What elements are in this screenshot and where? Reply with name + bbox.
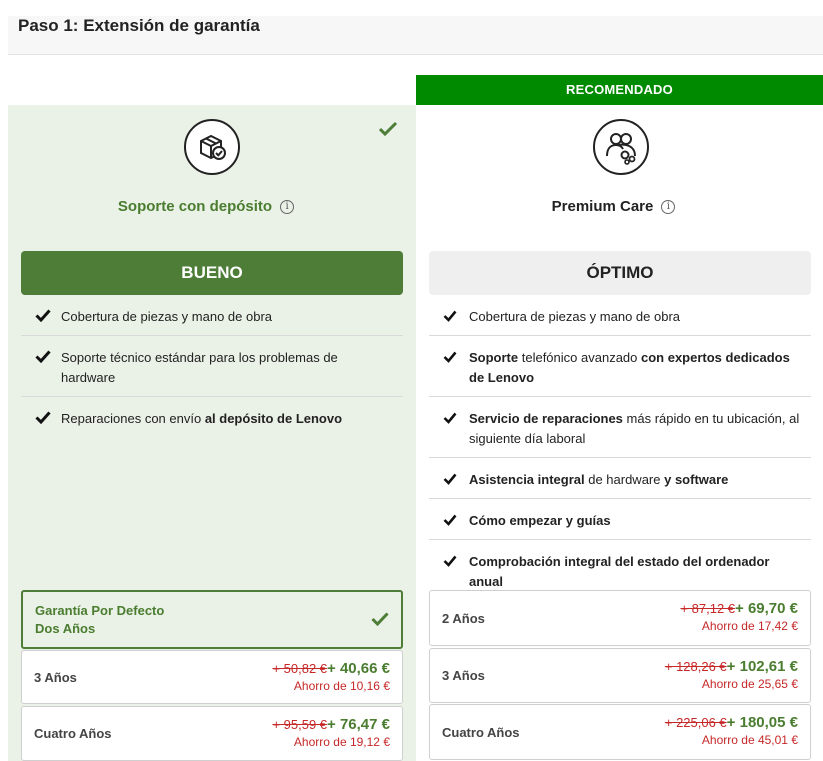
check-icon (443, 349, 457, 369)
duration-line1: Garantía Por Defecto (35, 603, 165, 618)
feature-text: de hardware (584, 472, 665, 487)
plan-name-label: Premium Care (551, 198, 654, 215)
price-block: + 128,26 €+ 102,61 € Ahorro de 25,65 € (665, 658, 798, 691)
old-price: + 87,12 € (680, 601, 736, 616)
price-option-4-years[interactable]: Cuatro Años + 95,59 €+ 76,47 € Ahorro de… (21, 706, 403, 761)
people-gears-icon (593, 119, 649, 175)
old-price: + 50,82 € (272, 661, 328, 676)
check-icon (443, 471, 457, 491)
saving-text: Ahorro de 17,42 € (701, 619, 798, 633)
feature-text-bold: Soporte (469, 350, 519, 365)
duration-label: 2 Años (442, 611, 485, 626)
check-icon (443, 553, 457, 573)
feature-text-bold: y software (664, 472, 729, 487)
old-price: + 95,59 € (272, 717, 328, 732)
check-icon (371, 612, 389, 631)
tier-label: BUENO (21, 251, 403, 295)
feature-text-bold: Servicio de reparaciones (469, 411, 623, 426)
duration-label: Garantía Por Defecto Dos Años (35, 602, 164, 638)
feature-text-bold: al depósito de Lenovo (204, 411, 343, 426)
price-option-3-years[interactable]: 3 Años + 128,26 €+ 102,61 € Ahorro de 25… (429, 648, 811, 703)
saving-text: Ahorro de 25,65 € (701, 677, 798, 691)
package-shield-icon (184, 119, 240, 175)
saving-text: Ahorro de 45,01 € (701, 733, 798, 747)
new-price: + 40,66 € (327, 660, 390, 677)
duration-label: Cuatro Años (34, 726, 112, 741)
feature-text-bold: Asistencia integral (469, 472, 585, 487)
check-icon (443, 512, 457, 532)
price-block: + 95,59 €+ 76,47 € Ahorro de 19,12 € (272, 716, 390, 749)
duration-label: 3 Años (34, 670, 77, 685)
feature-text: Cobertura de piezas y mano de obra (61, 309, 273, 324)
check-icon (378, 121, 398, 142)
new-price: + 76,47 € (327, 716, 390, 733)
feature-item: Soporte técnico estándar para los proble… (21, 336, 403, 397)
plan-card-depot[interactable]: Soporte con depósito i BUENO Cobertura de… (8, 105, 416, 761)
feature-item: Asistencia integral de hardware y softwa… (429, 458, 811, 499)
info-icon[interactable]: i (661, 200, 676, 215)
step-title: Paso 1: Extensión de garantía (18, 16, 260, 35)
feature-item: Cobertura de piezas y mano de obra (21, 295, 403, 336)
step-header: Paso 1: Extensión de garantía (8, 16, 823, 55)
plan-name: Premium Care i (410, 198, 817, 215)
feature-item: Soporte telefónico avanzado con expertos… (429, 336, 811, 397)
feature-item: Servicio de reparaciones más rápido en t… (429, 397, 811, 458)
check-icon (443, 410, 457, 430)
new-price: + 180,05 € (726, 714, 798, 731)
check-icon (35, 410, 51, 430)
price-option-3-years[interactable]: 3 Años + 50,82 €+ 40,66 € Ahorro de 10,1… (21, 650, 403, 704)
feature-text-bold: Comprobación integral del estado del ord… (469, 554, 770, 589)
feature-item: Reparaciones con envío al depósito de Le… (21, 397, 403, 437)
price-option-default[interactable]: Garantía Por Defecto Dos Años (21, 590, 403, 649)
new-price: + 69,70 € (735, 600, 798, 617)
old-price: + 128,26 € (664, 659, 727, 674)
saving-text: Ahorro de 10,16 € (293, 679, 390, 693)
plan-name-label: Soporte con depósito (117, 198, 273, 215)
check-icon (35, 349, 51, 369)
check-icon (443, 308, 457, 328)
price-block: + 87,12 €+ 69,70 € Ahorro de 17,42 € (680, 600, 798, 633)
price-block: + 225,06 €+ 180,05 € Ahorro de 45,01 € (665, 714, 798, 747)
feature-text: Soporte técnico estándar para los proble… (61, 350, 338, 385)
duration-label: 3 Años (442, 668, 485, 683)
feature-text: Reparaciones con envío (61, 411, 205, 426)
feature-item: Cómo empezar y guías (429, 499, 811, 540)
plan-card-premium[interactable]: Premium Care i ÓPTIMO Cobertura de piezas… (416, 105, 823, 761)
feature-text-bold: Cómo empezar y guías (469, 513, 611, 528)
feature-list: Cobertura de piezas y mano de obra Sopor… (21, 295, 403, 437)
feature-item: Cobertura de piezas y mano de obra (429, 295, 811, 336)
info-icon[interactable]: i (280, 200, 295, 215)
duration-label: Cuatro Años (442, 725, 520, 740)
old-price: + 225,06 € (664, 715, 727, 730)
saving-text: Ahorro de 19,12 € (293, 735, 390, 749)
price-option-2-years[interactable]: 2 Años + 87,12 €+ 69,70 € Ahorro de 17,4… (429, 590, 811, 646)
check-icon (35, 308, 51, 328)
tier-label: ÓPTIMO (429, 251, 811, 295)
feature-text: telefónico avanzado (518, 350, 641, 365)
price-option-4-years[interactable]: Cuatro Años + 225,06 €+ 180,05 € Ahorro … (429, 704, 811, 760)
feature-list: Cobertura de piezas y mano de obra Sopor… (429, 295, 811, 600)
recommended-banner: RECOMENDADO (416, 75, 823, 105)
new-price: + 102,61 € (726, 658, 798, 675)
plan-name: Soporte con depósito i (2, 198, 410, 215)
price-block: + 50,82 €+ 40,66 € Ahorro de 10,16 € (272, 660, 390, 693)
duration-line2: Dos Años (35, 621, 96, 636)
feature-text: Cobertura de piezas y mano de obra (469, 309, 681, 324)
